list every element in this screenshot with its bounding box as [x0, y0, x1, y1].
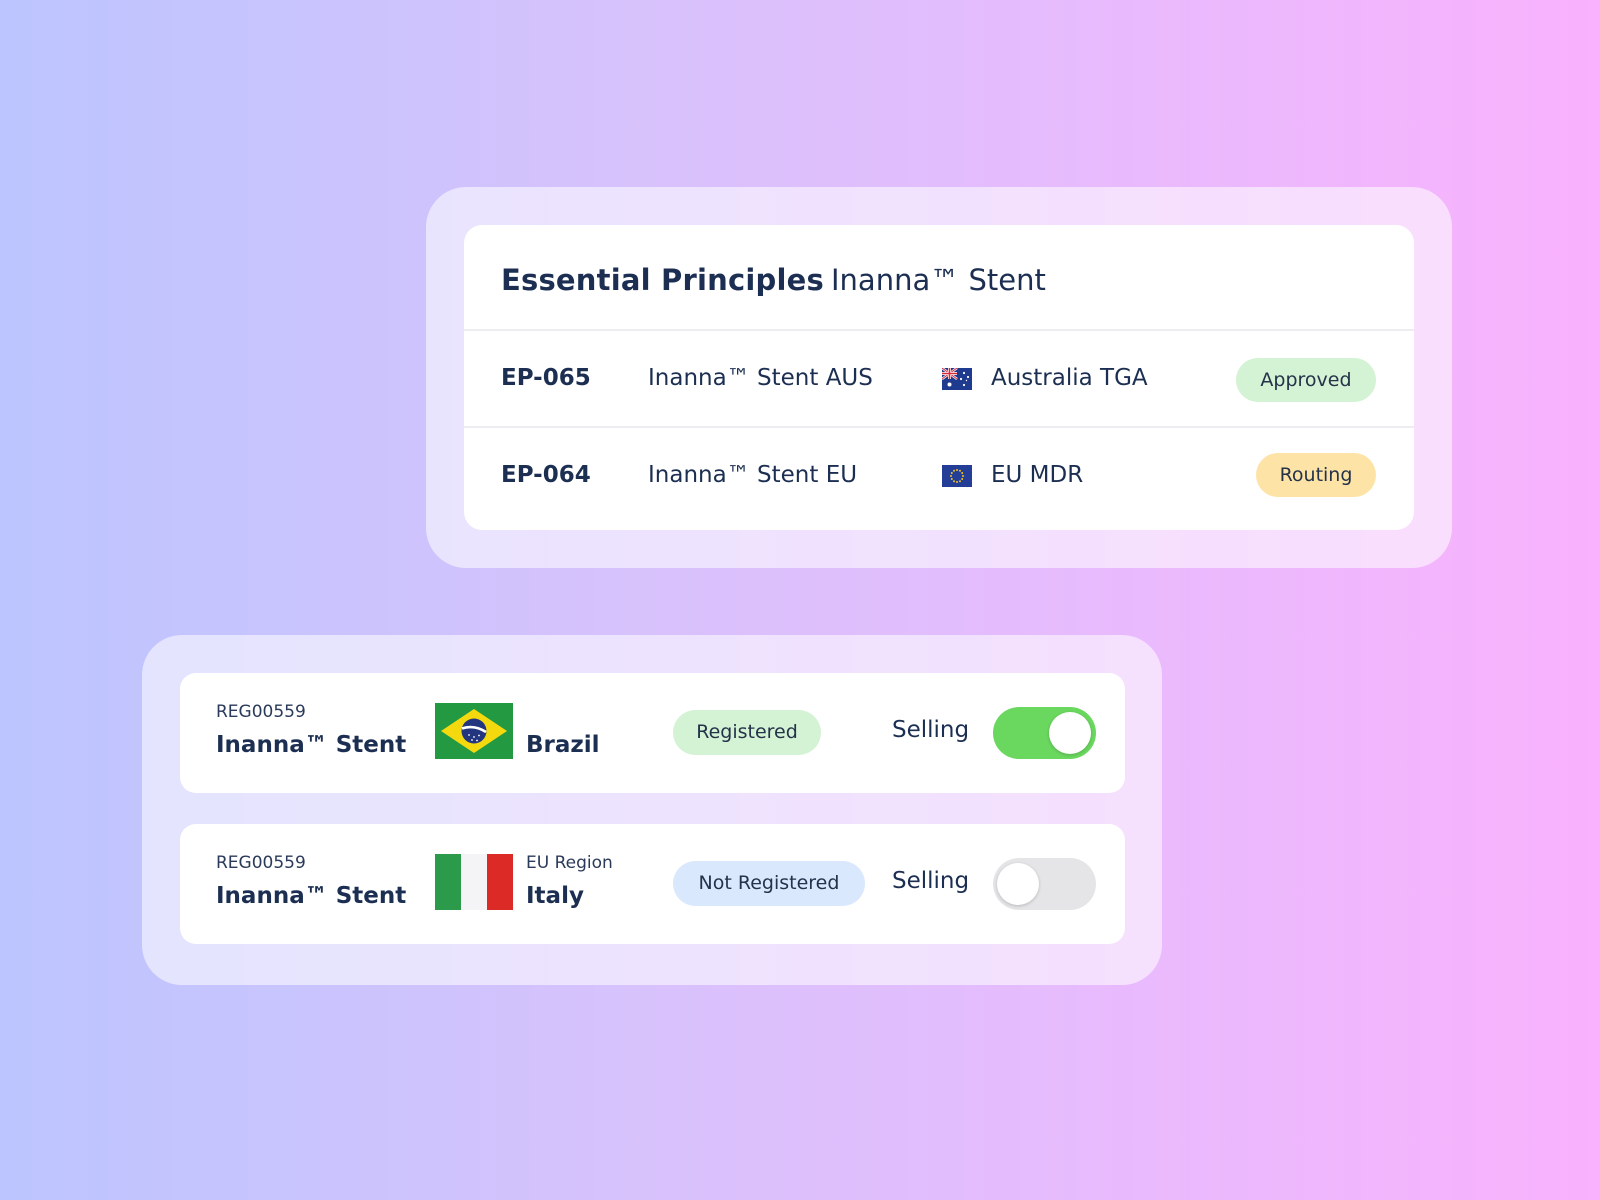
product-name: Inanna™ Stent [831, 263, 1046, 297]
ep-name: Inanna™ Stent AUS [648, 365, 873, 391]
eu-flag-icon [942, 465, 972, 487]
ep-region: Australia TGA [991, 365, 1148, 391]
card-header: Essential Principles Inanna™ Stent [464, 225, 1414, 331]
toggle-knob [1049, 712, 1091, 754]
registration-card-brazil[interactable]: REG00559 Inanna™ Stent Brazil Registered… [180, 673, 1125, 793]
registration-country: Brazil [526, 732, 600, 758]
registration-product: Inanna™ Stent [216, 883, 407, 909]
ep-row[interactable]: EP-064 Inanna™ Stent EU EU MDR Routing [464, 428, 1414, 525]
registration-card-italy[interactable]: REG00559 Inanna™ Stent EU Region Italy N… [180, 824, 1125, 944]
status-badge: Approved [1236, 358, 1376, 402]
brazil-flag-icon [435, 703, 513, 759]
registration-subregion: EU Region [526, 853, 613, 873]
registration-code: REG00559 [216, 702, 306, 722]
ep-region: EU MDR [991, 462, 1084, 488]
ep-name: Inanna™ Stent EU [648, 462, 858, 488]
ep-id: EP-064 [501, 462, 591, 488]
australia-flag-icon [942, 368, 972, 390]
selling-toggle[interactable] [993, 858, 1096, 910]
ep-id: EP-065 [501, 365, 591, 391]
card-title: Essential Principles [501, 263, 824, 297]
toggle-knob [997, 863, 1039, 905]
ep-row[interactable]: EP-065 Inanna™ Stent AUS Australia TGA A… [464, 331, 1414, 428]
registration-code: REG00559 [216, 853, 306, 873]
selling-label: Selling [892, 717, 970, 743]
selling-label: Selling [892, 868, 970, 894]
registration-country: Italy [526, 883, 584, 909]
italy-flag-icon [435, 854, 513, 910]
status-badge: Not Registered [673, 861, 865, 906]
registration-product: Inanna™ Stent [216, 732, 407, 758]
status-badge: Registered [673, 710, 821, 755]
essential-principles-card: Essential Principles Inanna™ Stent EP-06… [464, 225, 1414, 530]
selling-toggle[interactable] [993, 707, 1096, 759]
status-badge: Routing [1256, 453, 1376, 497]
